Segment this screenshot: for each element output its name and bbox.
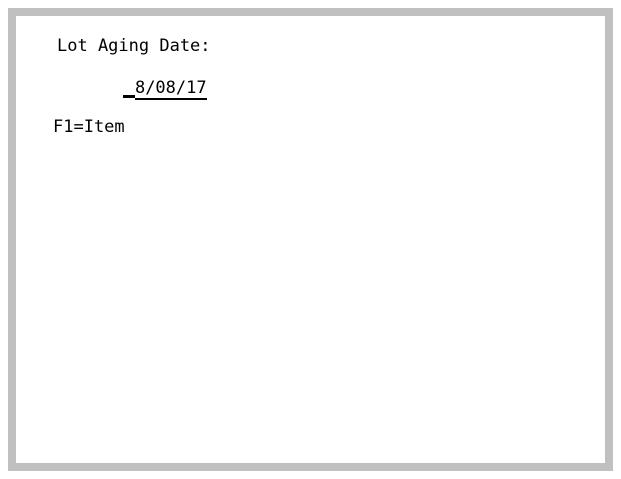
lot-aging-date-input[interactable]: 8/08/17 [134, 79, 207, 100]
lot-aging-date-field[interactable]: 8/08/17 [82, 60, 207, 100]
lot-aging-date-label: Lot Aging Date: [57, 36, 211, 56]
text-cursor [122, 95, 135, 98]
f1-item-key[interactable]: F1=Item [53, 118, 125, 137]
terminal-window: Lot Aging Date: 8/08/17 F1=Item [0, 0, 621, 479]
